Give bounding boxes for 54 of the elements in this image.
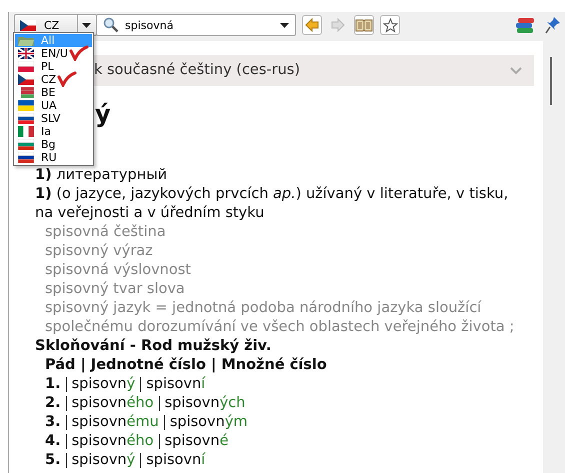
flag-icon [18,61,34,72]
plural-form: spisovní [146,375,206,394]
singular-form: spisovný [72,451,136,470]
chevron-icon [510,66,522,74]
flag-icon [18,152,34,163]
caret-icon [82,22,91,28]
flag-icon [18,48,34,59]
books-icon[interactable] [515,16,535,34]
plural-form: spisovným [170,413,248,432]
folder-icon [18,35,34,46]
plural-form: spisovní [146,451,206,470]
definition: 1) (o jazyce, jazykových prvcích ap.) užívaný v literatuře, v tisku, na veřejnosti a v úředním styku [35,185,510,223]
book-button[interactable] [354,15,374,35]
search-field[interactable]: spisovná [125,18,274,32]
flag-icon [18,100,34,111]
flag-icon [18,113,34,124]
language-option[interactable]: CZ [15,73,58,86]
example: spisovný jazyk = jednotná podoba národního jazyka sloužící společnému dorozumívání ve všech oblastech veřejného života ; [44,299,516,337]
language-option[interactable]: RU [15,151,58,164]
flag-icon [18,87,34,98]
flag-icon [18,126,34,137]
language-option[interactable]: BE [15,86,56,99]
example: spisovný tvar slova [44,280,186,299]
case-number: 4. [45,432,61,451]
caret-icon [280,22,289,28]
flag-icon [18,139,34,150]
pin-icon[interactable] [545,16,561,34]
singular-form: spisovný [72,375,136,394]
example: spisovná čeština [44,223,167,242]
language-option[interactable]: UA [15,99,58,112]
language-option[interactable]: Ia [15,125,52,138]
language-option[interactable]: SLV [15,112,62,125]
singular-form: spisovného [72,394,154,413]
flag-icon [18,74,34,85]
case-number: 1. [45,375,61,394]
case-number: 5. [45,451,61,470]
singular-form: spisovného [72,432,154,451]
plural-form: spisovných [164,394,246,413]
search-dropdown[interactable]: spisovná [96,14,296,36]
language-option[interactable]: Bg [15,138,57,151]
search-icon [103,17,119,33]
declension-title: Skloňování - Rod mužský živ. [35,337,272,356]
case-number: 2. [45,394,61,413]
star-button[interactable] [380,15,400,35]
example: spisovný výraz [44,242,154,261]
translation: 1) литературный [35,166,168,185]
declension-header: Pád | Jednotné číslo | Množné číslo [44,356,328,375]
singular-form: spisovnému [72,413,159,432]
back-button[interactable] [302,15,322,35]
example: spisovná výslovnost [44,261,192,280]
plural-form: spisovné [164,432,228,451]
case-number: 3. [45,413,61,432]
language-option[interactable]: PL [15,60,55,73]
headword: ý [95,100,111,128]
